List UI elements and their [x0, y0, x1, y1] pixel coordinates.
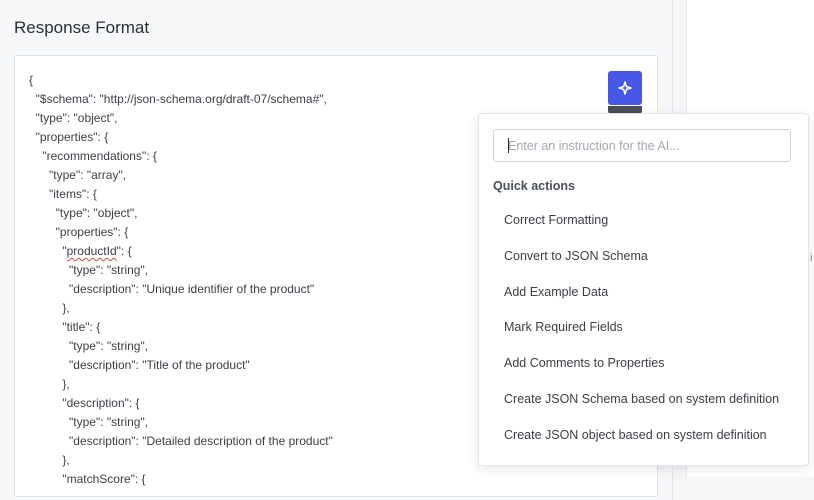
- ai-assist-button[interactable]: [608, 71, 642, 105]
- code-line: "type": "string",: [29, 339, 149, 353]
- action-create-object-from-system[interactable]: Create JSON object based on system defin…: [493, 418, 793, 454]
- code-line: "type": "object",: [29, 111, 118, 125]
- right-panel-edge-text: i: [810, 252, 813, 264]
- code-line: "type": "array",: [29, 168, 127, 182]
- code-line: "type": "object",: [29, 206, 138, 220]
- action-create-schema-from-system[interactable]: Create JSON Schema based on system defin…: [493, 382, 793, 418]
- code-line: "properties": {: [29, 225, 129, 239]
- action-add-example-data[interactable]: Add Example Data: [493, 275, 793, 311]
- quick-actions-label: Quick actions: [493, 179, 575, 193]
- ai-popover: Quick actions Correct Formatting Convert…: [478, 113, 809, 466]
- code-line: },: [29, 301, 70, 315]
- action-correct-formatting[interactable]: Correct Formatting: [493, 203, 793, 239]
- sparkle-icon: [618, 81, 632, 95]
- code-line: "properties": {: [29, 130, 109, 144]
- code-line: "type": "string",: [29, 415, 149, 429]
- ai-instruction-input[interactable]: [493, 129, 791, 162]
- code-line: "type": "string",: [29, 263, 149, 277]
- action-convert-to-json-schema[interactable]: Convert to JSON Schema: [493, 239, 793, 275]
- code-line: },: [29, 453, 70, 467]
- text-cursor: [508, 138, 509, 153]
- code-line: "items": {: [29, 187, 97, 201]
- code-line: "description": "Detailed description of …: [29, 434, 333, 448]
- code-line: "description": "Title of the product": [29, 358, 250, 372]
- section-title: Response Format: [14, 18, 150, 37]
- code-line: "recommendations": {: [29, 149, 157, 163]
- code-line: {: [29, 73, 34, 87]
- action-mark-required-fields[interactable]: Mark Required Fields: [493, 310, 793, 346]
- json-code[interactable]: { "$schema": "http://json-schema.org/dra…: [29, 71, 333, 489]
- code-line: "description": {: [29, 396, 140, 410]
- action-add-comments[interactable]: Add Comments to Properties: [493, 346, 793, 382]
- code-line: },: [29, 377, 70, 391]
- code-line: "$schema": "http://json-schema.org/draft…: [29, 92, 327, 106]
- code-line: "matchScore": {: [29, 472, 146, 486]
- code-line: "productId": {: [29, 244, 132, 258]
- code-line: "description": "Unique identifier of the…: [29, 282, 315, 296]
- spellcheck-underline: productId: [66, 244, 117, 258]
- code-line: "title": {: [29, 320, 101, 334]
- quick-actions-list: Correct Formatting Convert to JSON Schem…: [493, 203, 793, 454]
